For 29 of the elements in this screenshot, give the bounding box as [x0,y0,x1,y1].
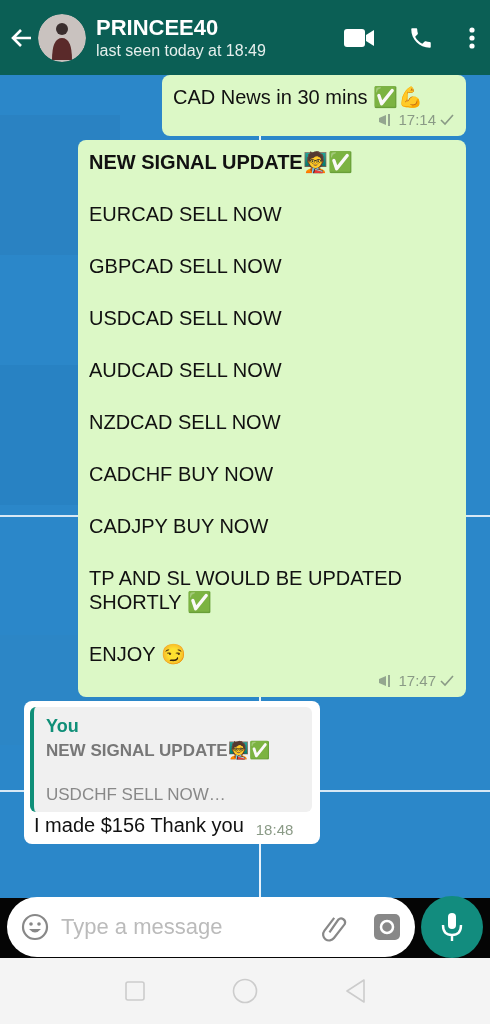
message-field[interactable]: Type a message [7,896,415,957]
message-text: USDCAD SELL NOW [89,306,283,330]
message-text: CADCHF BUY NOW [89,462,275,486]
camera-icon[interactable] [373,912,401,941]
message-text: EURCAD SELL NOW [89,202,283,226]
contact-name[interactable]: PRINCEE40 [96,14,310,41]
message-title: NEW SIGNAL UPDATE🧑‍🏫✅ [89,150,354,174]
microphone-icon [440,910,464,943]
message-text: CAD News in 30 mins ✅💪 [173,85,425,109]
message-time: 18:48 [255,821,294,838]
quoted-message[interactable]: You NEW SIGNAL UPDATE🧑‍🏫✅ USDCHF SELL NOW… [30,707,312,812]
quote-author: You [46,715,80,737]
emoji-icon[interactable] [21,912,49,941]
quote-title: NEW SIGNAL UPDATE🧑‍🏫✅ [46,740,271,762]
message-text: NZDCAD SELL NOW [89,410,282,434]
message-text: TP AND SL WOULD BE UPDATED SHORTLY ✅ [89,566,404,614]
quote-preview: USDCHF SELL NOW… [46,784,227,806]
message-text: AUDCAD SELL NOW [89,358,283,382]
message-text: GBPCAD SELL NOW [89,254,283,278]
message-time: 17:14 [398,111,436,128]
video-call-icon[interactable] [344,27,374,48]
message-text: CADJPY BUY NOW [89,514,270,538]
message-text: I made $156 Thank you [33,813,244,838]
message-text: ENJOY 😏 [89,642,187,666]
message-time: 17:47 [398,672,436,689]
avatar[interactable] [38,13,86,62]
more-options-icon[interactable] [468,25,476,50]
message-input[interactable]: Type a message [59,912,309,941]
last-seen-status: last seen today at 18:49 [96,40,267,61]
